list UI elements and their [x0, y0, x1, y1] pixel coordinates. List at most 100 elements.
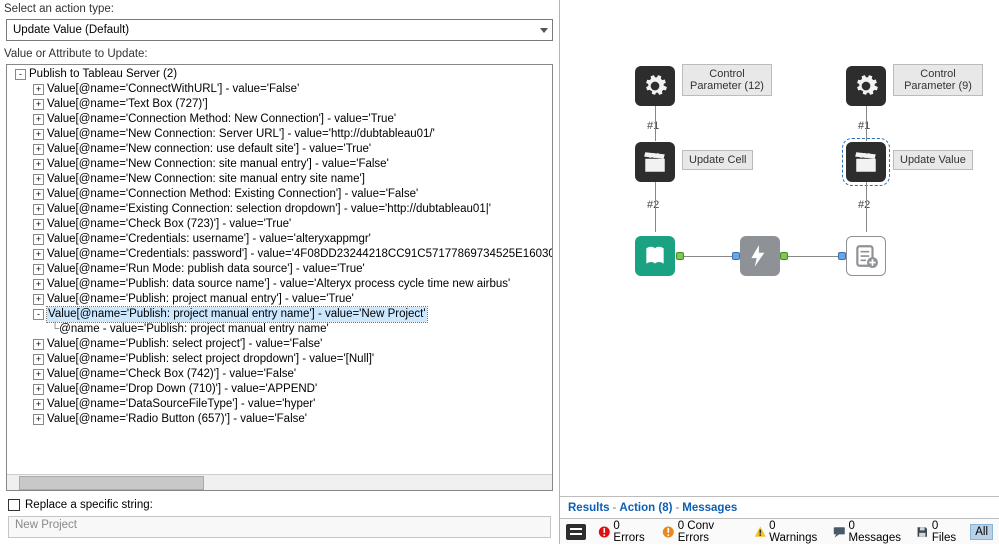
- expand-icon[interactable]: +: [33, 294, 44, 305]
- results-action[interactable]: Action (8): [619, 502, 672, 514]
- tree-row[interactable]: +Value[@name='Credentials: password'] - …: [9, 247, 550, 262]
- expand-icon[interactable]: +: [33, 219, 44, 230]
- tree-label: Value[@name='New connection: use default…: [47, 142, 371, 157]
- update-value-tool[interactable]: [846, 142, 886, 182]
- expand-icon[interactable]: +: [33, 369, 44, 380]
- gear-icon: [853, 73, 879, 99]
- all-chip[interactable]: All: [970, 524, 993, 540]
- results-messages[interactable]: Messages: [682, 502, 737, 514]
- warnings-chip[interactable]: 0 Warnings: [750, 519, 825, 545]
- control-parameter-9-label: Control Parameter (9): [893, 64, 983, 96]
- output-anchor-icon[interactable]: [780, 252, 788, 260]
- replace-string-input[interactable]: New Project: [8, 516, 551, 538]
- expand-icon[interactable]: +: [33, 414, 44, 425]
- expand-icon[interactable]: +: [33, 174, 44, 185]
- tree-label: Value[@name='Drop Down (710)'] - value='…: [47, 382, 317, 397]
- tree-row[interactable]: +Value[@name='Existing Connection: selec…: [9, 202, 550, 217]
- tree-row[interactable]: +Value[@name='Check Box (723)'] - value=…: [9, 217, 550, 232]
- results-header: Results - Action (8) - Messages: [560, 496, 999, 518]
- expand-icon[interactable]: +: [33, 84, 44, 95]
- expand-icon[interactable]: +: [33, 189, 44, 200]
- results-title[interactable]: Results: [568, 502, 610, 514]
- list-icon[interactable]: [566, 524, 586, 540]
- expand-icon[interactable]: +: [33, 114, 44, 125]
- tree-row[interactable]: +Value[@name='DataSourceFileType'] - val…: [9, 397, 550, 412]
- expand-icon[interactable]: +: [33, 144, 44, 155]
- clapper-icon: [853, 149, 879, 175]
- collapse-icon[interactable]: -: [15, 69, 26, 80]
- conv-errors-chip[interactable]: 0 Conv Errors: [658, 519, 745, 545]
- tree-row[interactable]: └ @name - value='Publish: project manual…: [9, 322, 550, 337]
- expand-icon[interactable]: +: [33, 339, 44, 350]
- tree-row[interactable]: +Value[@name='ConnectWithURL'] - value='…: [9, 82, 550, 97]
- expand-icon[interactable]: +: [33, 354, 44, 365]
- tree-label: Value[@name='Publish: select project'] -…: [47, 337, 322, 352]
- h-scrollbar[interactable]: [7, 474, 552, 490]
- tree-row[interactable]: +Value[@name='Credentials: username'] - …: [9, 232, 550, 247]
- tree-row[interactable]: +Value[@name='Publish: project manual en…: [9, 292, 550, 307]
- control-parameter-9-tool[interactable]: [846, 66, 886, 106]
- tree-row[interactable]: +Value[@name='Connection Method: Existin…: [9, 187, 550, 202]
- config-panel: Select an action type: Update Value (Def…: [0, 0, 560, 544]
- output-anchor-icon[interactable]: [676, 252, 684, 260]
- tree-row[interactable]: +Value[@name='Text Box (727)']: [9, 97, 550, 112]
- tree-row[interactable]: -Value[@name='Publish: project manual en…: [9, 307, 550, 322]
- collapse-icon[interactable]: -: [33, 309, 44, 320]
- gear-icon: [642, 73, 668, 99]
- control-parameter-12-tool[interactable]: [635, 66, 675, 106]
- chevron-down-icon: [540, 28, 548, 33]
- tree-row[interactable]: +Value[@name='Publish: data source name'…: [9, 277, 550, 292]
- port-label: #1: [647, 120, 659, 132]
- tree-row[interactable]: +Value[@name='New Connection: Server URL…: [9, 127, 550, 142]
- tree-label: Value[@name='ConnectWithURL'] - value='F…: [47, 82, 299, 97]
- expand-icon[interactable]: +: [33, 279, 44, 290]
- expand-icon[interactable]: +: [33, 264, 44, 275]
- expand-icon[interactable]: +: [33, 249, 44, 260]
- expand-icon[interactable]: +: [33, 399, 44, 410]
- h-scrollbar-thumb[interactable]: [19, 476, 204, 490]
- expand-icon[interactable]: +: [33, 159, 44, 170]
- tree-row[interactable]: +Value[@name='Publish: select project dr…: [9, 352, 550, 367]
- tree-row[interactable]: -Publish to Tableau Server (2): [9, 67, 550, 82]
- tree-label: Value[@name='Publish: data source name']…: [47, 277, 510, 292]
- tree-label: Value[@name='DataSourceFileType'] - valu…: [47, 397, 315, 412]
- tree-row[interactable]: +Value[@name='New Connection: site manua…: [9, 172, 550, 187]
- macro-tool[interactable]: [740, 236, 780, 276]
- expand-icon[interactable]: +: [33, 129, 44, 140]
- replace-string-label: Replace a specific string:: [25, 499, 153, 511]
- errors-chip[interactable]: 0 Errors: [594, 519, 654, 545]
- tree-row[interactable]: +Value[@name='New Connection: site manua…: [9, 157, 550, 172]
- port-label: #2: [647, 199, 659, 211]
- input-anchor-icon[interactable]: [732, 252, 740, 260]
- files-chip[interactable]: 0 Files: [912, 519, 966, 545]
- attribute-tree[interactable]: -Publish to Tableau Server (2)+Value[@na…: [6, 64, 553, 491]
- tree-row[interactable]: +Value[@name='Connection Method: New Con…: [9, 112, 550, 127]
- message-icon: [833, 525, 846, 539]
- tree-row[interactable]: +Value[@name='Run Mode: publish data sou…: [9, 262, 550, 277]
- tree-row[interactable]: +Value[@name='New connection: use defaul…: [9, 142, 550, 157]
- tree-row[interactable]: +Value[@name='Drop Down (710)'] - value=…: [9, 382, 550, 397]
- tree-label: Value[@name='New Connection: site manual…: [47, 172, 365, 187]
- expand-icon[interactable]: +: [33, 384, 44, 395]
- replace-string-checkbox[interactable]: [8, 499, 20, 511]
- tree-row[interactable]: +Value[@name='Publish: select project'] …: [9, 337, 550, 352]
- tree-label: Value[@name='Connection Method: Existing…: [47, 187, 418, 202]
- output-tool[interactable]: [846, 236, 886, 276]
- expand-icon[interactable]: +: [33, 204, 44, 215]
- control-parameter-12-label: Control Parameter (12): [682, 64, 772, 96]
- input-anchor-icon[interactable]: [838, 252, 846, 260]
- update-cell-tool[interactable]: [635, 142, 675, 182]
- messages-chip[interactable]: 0 Messages: [829, 519, 908, 545]
- tree-label: Value[@name='Run Mode: publish data sour…: [47, 262, 365, 277]
- publish-tableau-tool[interactable]: [635, 236, 675, 276]
- expand-icon[interactable]: +: [33, 99, 44, 110]
- tree-label: Value[@name='Check Box (723)'] - value='…: [47, 217, 291, 232]
- tree-label: Value[@name='Credentials: username'] - v…: [47, 232, 371, 247]
- update-value-label: Update Value: [893, 150, 973, 170]
- expand-icon[interactable]: +: [33, 234, 44, 245]
- tree-row[interactable]: +Value[@name='Radio Button (657)'] - val…: [9, 412, 550, 427]
- tree-row[interactable]: +Value[@name='Check Box (742)'] - value=…: [9, 367, 550, 382]
- tree-label: Value[@name='New Connection: site manual…: [47, 157, 389, 172]
- workflow-canvas[interactable]: Control Parameter (12) #1 Update Cell #2…: [560, 0, 999, 496]
- action-type-dropdown[interactable]: Update Value (Default): [6, 19, 553, 41]
